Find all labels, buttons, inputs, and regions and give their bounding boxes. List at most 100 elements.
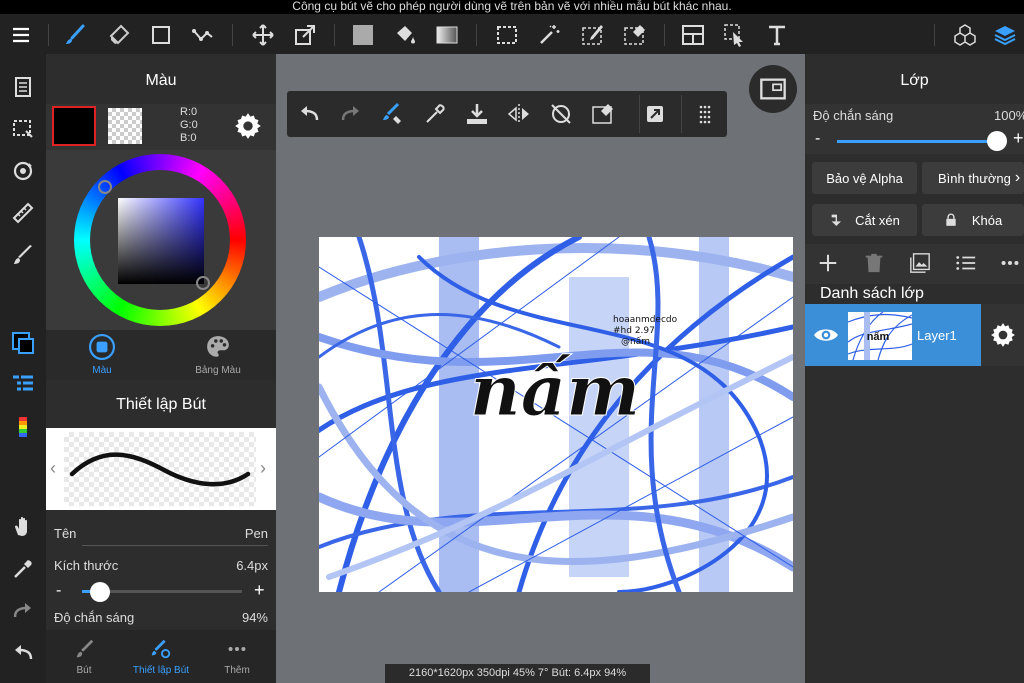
text-tool-icon[interactable] xyxy=(762,20,792,50)
bucket-tool-icon[interactable] xyxy=(390,20,420,50)
gear-icon xyxy=(991,323,1015,347)
layers-icon[interactable] xyxy=(990,20,1020,50)
clear-layer-icon[interactable] xyxy=(591,102,615,131)
rotate-canvas-icon[interactable] xyxy=(8,156,38,186)
brush-preview-area: ‹ › xyxy=(46,428,276,510)
redo-icon[interactable] xyxy=(339,102,363,131)
pages-icon[interactable] xyxy=(8,72,38,102)
signature-line-1: hoaanmdecdo xyxy=(613,315,678,325)
delete-layer-icon[interactable] xyxy=(863,252,885,279)
layer-opacity-slider-track[interactable] xyxy=(837,131,1007,151)
size-increase-button[interactable]: + xyxy=(254,580,265,601)
magic-wand-icon[interactable] xyxy=(534,20,564,50)
save-download-icon[interactable] xyxy=(465,102,489,131)
tab-more-label: Thêm xyxy=(224,665,250,676)
transform-tool-icon[interactable] xyxy=(290,20,320,50)
status-bar-tip: Công cụ bút vẽ cho phép người dùng vẽ tr… xyxy=(0,0,1024,14)
grid-menu-icon[interactable] xyxy=(693,102,717,131)
drawing-canvas[interactable]: nấm hoaanmdecdo #hd 2.97 @nấm xyxy=(319,237,793,592)
gradient-tool-icon[interactable] xyxy=(432,20,462,50)
layer-settings-button[interactable] xyxy=(981,304,1024,366)
select-eraser-icon[interactable] xyxy=(620,20,650,50)
layer-opacity-increase-button[interactable]: + xyxy=(1013,128,1024,149)
size-decrease-button[interactable]: - xyxy=(56,582,61,600)
toolbar-divider xyxy=(48,24,49,46)
brush-panel-title: Thiết lập Bút xyxy=(116,396,206,413)
layer-thumbnail: nấm xyxy=(848,312,912,360)
eyedropper-icon[interactable] xyxy=(423,102,447,131)
clipping-button[interactable]: Cắt xén xyxy=(812,204,917,236)
toolbar-divider xyxy=(334,24,335,46)
ruler-icon[interactable] xyxy=(8,198,38,228)
toggle-panels-button[interactable] xyxy=(749,65,797,113)
operation-tool-icon[interactable] xyxy=(720,20,750,50)
next-brush-chevron-icon[interactable]: › xyxy=(260,458,266,479)
rgb-r: R:0 xyxy=(180,106,198,118)
brush-opacity-value: 94% xyxy=(241,610,268,625)
tab-color[interactable]: Màu xyxy=(66,334,138,380)
select-tool-icon[interactable] xyxy=(492,20,522,50)
alpha-protect-button[interactable]: Bảo vệ Alpha xyxy=(812,162,917,194)
select-pen-icon[interactable] xyxy=(578,20,608,50)
artist-signature: hoaanmdecdo #hd 2.97 @nấm xyxy=(613,315,678,347)
left-tool-column xyxy=(0,54,46,683)
brush-name-value[interactable]: Pen xyxy=(245,526,268,541)
layer-actions-row xyxy=(805,244,1024,284)
chevron-right-icon: › xyxy=(1014,169,1021,186)
menu-icon[interactable] xyxy=(6,20,36,50)
hue-handle[interactable] xyxy=(98,180,112,194)
previous-brush-chevron-icon[interactable]: ‹ xyxy=(50,458,56,479)
shape-tool-icon[interactable] xyxy=(146,20,176,50)
eye-icon[interactable] xyxy=(811,322,841,353)
tab-brush[interactable]: Bút xyxy=(60,638,108,682)
tab-palette[interactable]: Bảng Màu xyxy=(182,334,254,380)
fill-color-icon[interactable] xyxy=(348,20,378,50)
layer-more-icon[interactable] xyxy=(999,252,1021,279)
color-swatch-icon[interactable] xyxy=(8,328,38,358)
hand-tool-icon[interactable] xyxy=(8,512,38,542)
selection-icon[interactable] xyxy=(8,114,38,144)
color-settings-gear-icon[interactable] xyxy=(234,112,262,140)
undo-icon[interactable] xyxy=(297,102,321,131)
layer-image-icon[interactable] xyxy=(909,252,931,279)
saturation-value-square[interactable] xyxy=(118,198,204,284)
pen-settings-icon[interactable] xyxy=(8,240,38,270)
size-slider-track[interactable] xyxy=(82,582,242,602)
color-palette-strip-icon[interactable] xyxy=(8,412,38,442)
tab-brush-settings[interactable]: Thiết lập Bút xyxy=(126,638,196,682)
eraser-tool-icon[interactable] xyxy=(104,20,134,50)
app-root: Công cụ bút vẽ cho phép người dùng vẽ tr… xyxy=(0,0,1024,683)
frame-divider-icon[interactable] xyxy=(678,20,708,50)
layer-list-icon[interactable] xyxy=(8,370,38,400)
size-slider-handle[interactable] xyxy=(90,582,110,602)
layer-row[interactable]: nấm Layer1 xyxy=(805,304,981,366)
layer-panel: Lớp Độ chắn sáng 100% - + Bảo vệ Alpha B… xyxy=(805,54,1024,683)
pen-tool-icon[interactable] xyxy=(60,20,90,50)
redo-icon[interactable] xyxy=(8,596,38,626)
color-panel-title: Màu xyxy=(145,72,177,89)
primary-color-swatch[interactable] xyxy=(52,106,96,146)
value-handle[interactable] xyxy=(196,276,210,290)
flip-horizontal-icon[interactable] xyxy=(507,102,531,131)
layer-opacity-decrease-button[interactable]: - xyxy=(815,130,820,148)
blend-mode-button[interactable]: Bình thường › xyxy=(922,162,1024,194)
tab-more[interactable]: Thêm xyxy=(212,638,262,682)
brush-preview-canvas xyxy=(64,432,256,506)
3d-model-icon[interactable] xyxy=(950,20,980,50)
canvas-area[interactable]: nấm hoaanmdecdo #hd 2.97 @nấm 2160*1620p… xyxy=(276,54,805,683)
layer-list-menu-icon[interactable] xyxy=(955,252,977,279)
curve-tool-icon[interactable] xyxy=(188,20,218,50)
reset-rotation-icon[interactable] xyxy=(549,102,573,131)
brush-settings-panel: Thiết lập Bút ‹ › Tên Pen Kích thước 6.4… xyxy=(46,380,276,683)
pen-eraser-toggle-icon[interactable] xyxy=(381,102,405,131)
layer-opacity-slider-handle[interactable] xyxy=(987,131,1007,151)
eyedropper-icon[interactable] xyxy=(8,554,38,584)
undo-icon[interactable] xyxy=(8,638,38,668)
add-layer-icon[interactable] xyxy=(817,252,839,279)
toolbar-divider xyxy=(664,24,665,46)
secondary-color-swatch[interactable] xyxy=(108,108,142,144)
move-tool-icon[interactable] xyxy=(248,20,278,50)
snap-icon[interactable] xyxy=(643,102,667,131)
lock-button[interactable]: Khóa xyxy=(922,204,1024,236)
tab-brush-label: Bút xyxy=(76,665,92,676)
